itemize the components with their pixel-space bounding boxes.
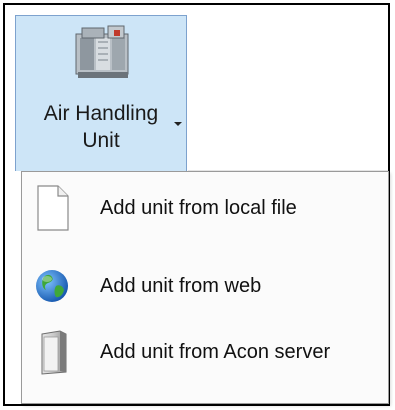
air-handling-unit-dropdown-menu: Add unit from local file Add unit from w… (21, 171, 389, 404)
air-handling-unit-label-line1: Air Handling (43, 102, 159, 125)
menu-item-add-from-local-file[interactable]: Add unit from local file (22, 178, 388, 238)
air-handling-unit-icon (75, 25, 129, 78)
server-icon (41, 330, 67, 375)
menu-item-add-from-acon-server[interactable]: Add unit from Acon server (22, 322, 388, 382)
screenshot-frame: Air Handling Unit Add unit from local fi… (3, 3, 390, 406)
menu-item-label: Add unit from Acon server (100, 341, 331, 363)
menu-item-add-from-web[interactable]: Add unit from web (22, 256, 388, 316)
blank-file-icon (37, 185, 69, 231)
air-handling-unit-label-line2: Unit (82, 129, 120, 152)
globe-icon (36, 270, 68, 302)
dropdown-arrow-icon (174, 122, 182, 126)
menu-item-label: Add unit from local file (100, 197, 297, 219)
menu-item-label: Add unit from web (100, 275, 262, 297)
air-handling-unit-button[interactable]: Air Handling Unit (15, 15, 187, 171)
